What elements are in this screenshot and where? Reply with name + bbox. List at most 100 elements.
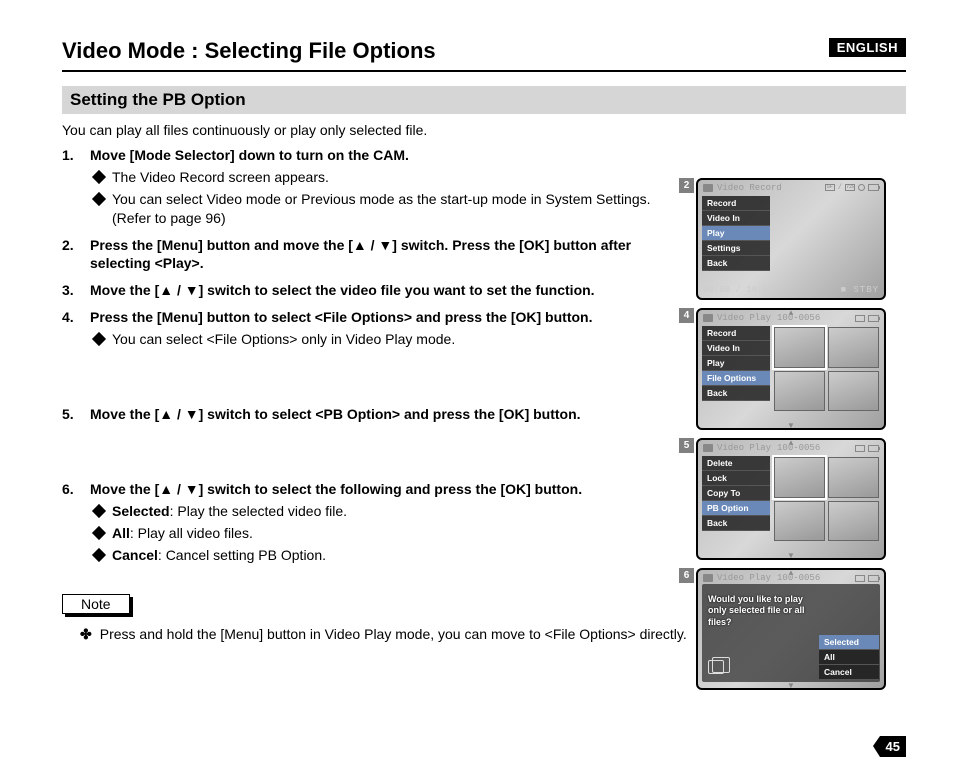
screenshot-step-tag: 4 (679, 308, 694, 323)
diamond-bullet-icon (92, 548, 106, 562)
video-thumbnail[interactable] (828, 501, 879, 542)
option-all[interactable]: All (819, 650, 879, 665)
screenshot-column: 2 Video Record SF / 720 Record Video In (696, 178, 906, 698)
time-counter: 00:00 / 10:57 (703, 285, 773, 295)
menu-item-play[interactable]: Play (702, 226, 770, 241)
option-cancel[interactable]: Cancel (819, 665, 879, 680)
record-dot-icon (858, 184, 865, 191)
screen-title: Video Play (717, 313, 771, 323)
step-subtext: You can select <File Options> only in Vi… (112, 330, 455, 349)
battery-icon (868, 445, 879, 452)
down-arrow-icon: ▼ (787, 681, 795, 690)
language-badge: ENGLISH (829, 38, 906, 57)
dialog-options: Selected All Cancel (819, 635, 879, 680)
up-down-icon: ▲ / ▼ (353, 236, 392, 255)
note-label: Note (62, 594, 130, 614)
menu-item-file-options[interactable]: File Options (702, 371, 770, 386)
step-number: 5. (62, 405, 90, 424)
note-bullet-icon: ✤ (80, 626, 92, 643)
battery-icon (868, 315, 879, 322)
step-subtext: Selected: Play the selected video file. (112, 502, 347, 521)
battery-icon (868, 184, 879, 191)
step-number: 2. (62, 236, 90, 255)
up-down-icon: ▲ / ▼ (159, 281, 198, 300)
card-icon (855, 445, 865, 452)
camera-icon (703, 444, 713, 452)
video-thumbnail[interactable] (774, 371, 825, 412)
standby-indicator: ■ STBY (841, 285, 879, 295)
menu-item-delete[interactable]: Delete (702, 456, 770, 471)
note-text: Press and hold the [Menu] button in Vide… (100, 626, 687, 642)
video-thumbnail[interactable] (774, 327, 825, 368)
step-subtext: You can select Video mode or Previous mo… (112, 190, 666, 228)
video-thumbnail[interactable] (828, 371, 879, 412)
screenshot-5: 5 ▲ Video Play 100-0056 Delete Lock Copy… (696, 438, 906, 560)
screen-title: Video Record (717, 183, 782, 193)
resolution-badge: 720 (845, 184, 855, 191)
step-heading: Move the [▲ / ▼] switch to select the vi… (90, 281, 666, 300)
slash: / (838, 184, 842, 192)
step-number: 6. (62, 480, 90, 499)
camera-icon (703, 314, 713, 322)
camera-icon (703, 574, 713, 582)
screen-title: Video Play (717, 443, 771, 453)
video-thumbnail[interactable] (828, 327, 879, 368)
option-selected[interactable]: Selected (819, 635, 879, 650)
menu-item-back[interactable]: Back (702, 386, 770, 401)
dialog-question: Would you like to play only selected fil… (708, 594, 818, 628)
screenshot-step-tag: 2 (679, 178, 694, 193)
screenshot-step-tag: 6 (679, 568, 694, 583)
up-down-icon: ▲ / ▼ (159, 405, 198, 424)
step-subtext: The Video Record screen appears. (112, 168, 329, 187)
step-heading: Press the [Menu] button and move the [▲ … (90, 236, 666, 274)
thumbnail-grid (774, 457, 879, 541)
page-title: Video Mode : Selecting File Options (62, 38, 906, 72)
screen-menu: Delete Lock Copy To PB Option Back (702, 456, 770, 531)
step-heading: Move [Mode Selector] down to turn on the… (90, 146, 666, 165)
menu-item-pb-option[interactable]: PB Option (702, 501, 770, 516)
battery-icon (868, 575, 879, 582)
step-heading: Move the [▲ / ▼] switch to select <PB Op… (90, 405, 666, 424)
menu-item-copy-to[interactable]: Copy To (702, 486, 770, 501)
video-thumbnail[interactable] (828, 457, 879, 498)
video-thumbnail[interactable] (774, 457, 825, 498)
video-thumbnail[interactable] (774, 501, 825, 542)
diamond-bullet-icon (92, 170, 106, 184)
down-arrow-icon: ▼ (787, 421, 795, 430)
screenshot-4: 4 ▲ Video Play 100-0056 Record Video In … (696, 308, 906, 430)
screen-menu: Record Video In Play Settings Back (702, 196, 770, 271)
step-heading: Move the [▲ / ▼] switch to select the fo… (90, 480, 666, 499)
step-number: 1. (62, 146, 90, 165)
diamond-bullet-icon (92, 192, 106, 206)
camera-icon (703, 184, 713, 192)
screenshot-6: 6 ▲ Video Play 100-0056 Would you like t… (696, 568, 906, 690)
diamond-bullet-icon (92, 332, 106, 346)
menu-item-video-in[interactable]: Video In (702, 211, 770, 226)
file-id: 100-0056 (777, 313, 820, 323)
menu-item-record[interactable]: Record (702, 196, 770, 211)
step-subtext: Cancel: Cancel setting PB Option. (112, 546, 326, 565)
menu-item-settings[interactable]: Settings (702, 241, 770, 256)
menu-item-video-in[interactable]: Video In (702, 341, 770, 356)
step-subtext: All: Play all video files. (112, 524, 253, 543)
screenshot-2: 2 Video Record SF / 720 Record Video In (696, 178, 906, 300)
screen-menu: Record Video In Play File Options Back (702, 326, 770, 401)
card-icon (855, 575, 865, 582)
file-id: 100-0056 (777, 443, 820, 453)
menu-item-record[interactable]: Record (702, 326, 770, 341)
screenshot-step-tag: 5 (679, 438, 694, 453)
quality-badge: SF (825, 184, 835, 191)
intro-text: You can play all files continuously or p… (62, 122, 906, 138)
menu-item-back[interactable]: Back (702, 256, 770, 271)
menu-item-back[interactable]: Back (702, 516, 770, 531)
copy-icon (708, 660, 724, 674)
step-number: 3. (62, 281, 90, 300)
screen-title: Video Play (717, 573, 771, 583)
step-number: 4. (62, 308, 90, 327)
menu-item-lock[interactable]: Lock (702, 471, 770, 486)
menu-item-play[interactable]: Play (702, 356, 770, 371)
section-subtitle: Setting the PB Option (62, 86, 906, 114)
down-arrow-icon: ▼ (787, 551, 795, 560)
diamond-bullet-icon (92, 504, 106, 518)
up-down-icon: ▲ / ▼ (159, 480, 198, 499)
